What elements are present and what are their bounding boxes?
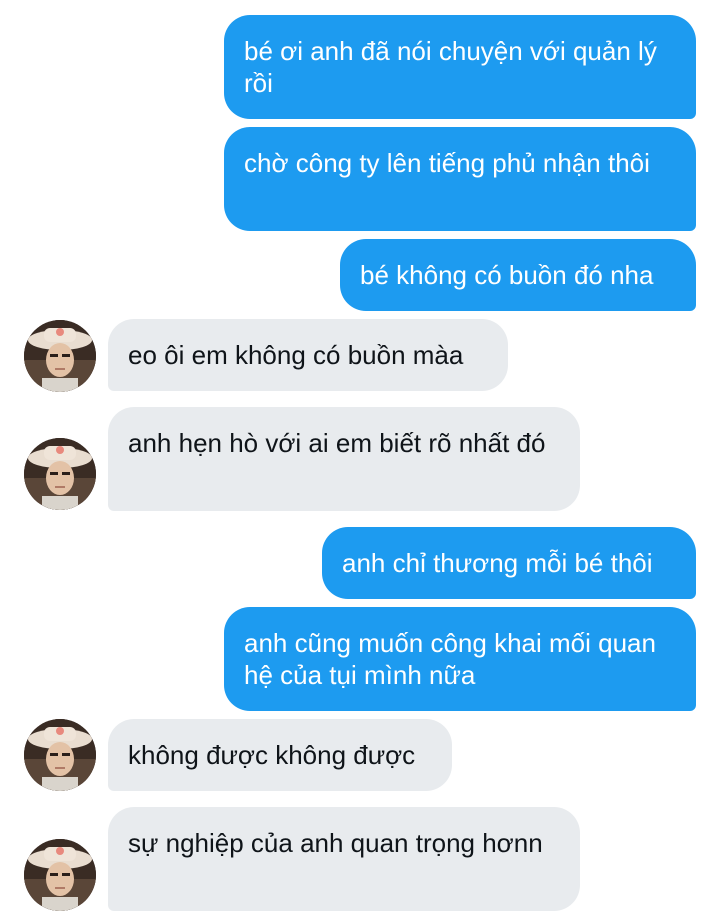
avatar-image: [24, 719, 96, 791]
message-incoming[interactable]: không được không được: [108, 719, 452, 791]
avatar-image: [24, 839, 96, 911]
message-outgoing[interactable]: bé không có buồn đó nha: [340, 239, 696, 311]
message-incoming[interactable]: eo ôi em không có buồn màa: [108, 319, 508, 391]
message-outgoing[interactable]: chờ công ty lên tiếng phủ nhận thôi: [224, 127, 696, 231]
message-outgoing[interactable]: anh chỉ thương mỗi bé thôi: [322, 527, 696, 599]
message-outgoing[interactable]: anh cũng muốn công khai mối quan hệ của …: [224, 607, 696, 711]
avatar-image: [24, 320, 96, 392]
contact-avatar[interactable]: [24, 839, 96, 911]
avatar-image: [24, 438, 96, 510]
message-outgoing[interactable]: bé ơi anh đã nói chuyện với quản lý rồi: [224, 15, 696, 119]
contact-avatar[interactable]: [24, 719, 96, 791]
contact-avatar[interactable]: [24, 438, 96, 510]
contact-avatar[interactable]: [24, 320, 96, 392]
message-incoming[interactable]: anh hẹn hò với ai em biết rõ nhất đó: [108, 407, 580, 511]
message-incoming[interactable]: sự nghiệp của anh quan trọng hơnn: [108, 807, 580, 911]
